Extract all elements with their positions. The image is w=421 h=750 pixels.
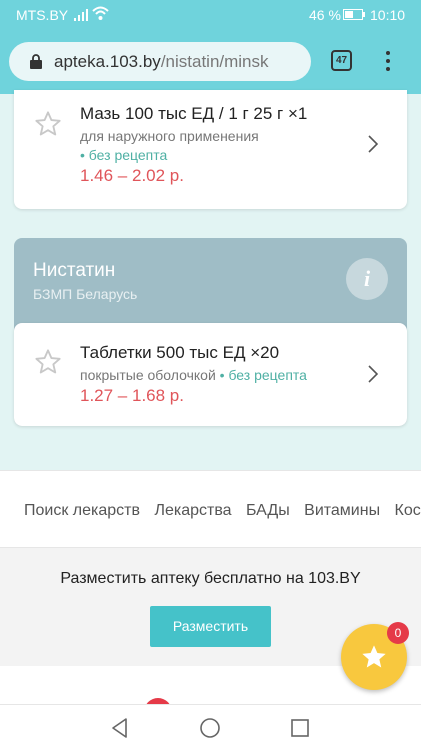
url-text[interactable]: apteka.103.by/nistatin/minsk — [54, 52, 269, 72]
carrier-label: MTS.BY — [16, 7, 69, 23]
price-range: 1.46 – 2.02 р. — [80, 166, 184, 185]
promo-text: Разместить аптеку бесплатно на 103.BY — [60, 570, 361, 587]
favorite-star-icon[interactable] — [34, 110, 62, 138]
lock-icon — [30, 54, 42, 69]
group-manufacturer: БЗМП Беларусь — [33, 286, 138, 302]
star-icon — [362, 645, 386, 668]
home-icon[interactable] — [199, 717, 221, 739]
product-card[interactable]: Мазь 100 тыс ЕД / 1 г 25 г ×1 для наружн… — [14, 90, 407, 209]
system-nav-bar — [0, 704, 421, 750]
product-name: Таблетки 500 тыс ЕД ×20 — [80, 343, 280, 362]
footer-link-drugs[interactable]: Лекарства — [154, 502, 231, 519]
product-form-line: покрытые оболочкой • без рецепта — [80, 367, 307, 383]
battery-percent: 46 % — [309, 7, 341, 23]
back-icon[interactable] — [109, 717, 131, 739]
footer-nav: Поиск лекарств Лекарства БАДы Витамины К… — [0, 470, 421, 548]
footer-link-cosmetics[interactable]: Космети — [395, 502, 421, 519]
price-range: 1.27 – 1.68 р. — [80, 386, 184, 405]
manufacturer-group: Нистатин БЗМП Беларусь i Таблетки 500 ты… — [14, 238, 407, 426]
footer-link-supplements[interactable]: БАДы — [246, 502, 290, 519]
group-title: Нистатин — [33, 260, 116, 281]
recents-icon[interactable] — [289, 717, 311, 739]
url-path: /nistatin/minsk — [160, 52, 269, 71]
tab-switcher-button[interactable]: 47 — [331, 50, 352, 71]
footer-link-search[interactable]: Поиск лекарств — [24, 502, 140, 519]
add-pharmacy-button[interactable]: Разместить — [150, 606, 271, 647]
address-bar[interactable]: apteka.103.by/nistatin/minsk — [9, 42, 311, 81]
product-card[interactable]: Таблетки 500 тыс ЕД ×20 покрытые оболочк… — [14, 323, 407, 426]
favorites-button[interactable]: 0 — [341, 622, 409, 690]
favorites-count-badge: 0 — [387, 622, 409, 644]
product-form: покрытые оболочкой — [80, 367, 216, 383]
prescription-badge: • без рецепта — [219, 367, 307, 383]
battery-icon — [343, 9, 365, 20]
footer-link-vitamins[interactable]: Витамины — [304, 502, 380, 519]
chevron-right-icon[interactable] — [368, 135, 378, 153]
url-domain: apteka.103.by — [54, 52, 161, 71]
browser-toolbar: apteka.103.by/nistatin/minsk 47 — [0, 28, 421, 94]
product-form: для наружного применения — [80, 128, 259, 144]
wifi-icon — [92, 6, 109, 20]
info-icon[interactable]: i — [346, 258, 388, 300]
clock: 10:10 — [370, 7, 406, 23]
status-bar: MTS.BY 46 % 10:10 — [0, 0, 421, 28]
product-name: Мазь 100 тыс ЕД / 1 г 25 г ×1 — [80, 104, 308, 123]
chevron-right-icon[interactable] — [368, 365, 378, 383]
browser-menu-icon[interactable] — [385, 51, 391, 73]
product-list: Мазь 100 тыс ЕД / 1 г 25 г ×1 для наружн… — [0, 90, 421, 470]
favorite-star-icon[interactable] — [34, 348, 62, 376]
signal-icon — [74, 9, 88, 21]
prescription-badge: • без рецепта — [80, 147, 168, 163]
